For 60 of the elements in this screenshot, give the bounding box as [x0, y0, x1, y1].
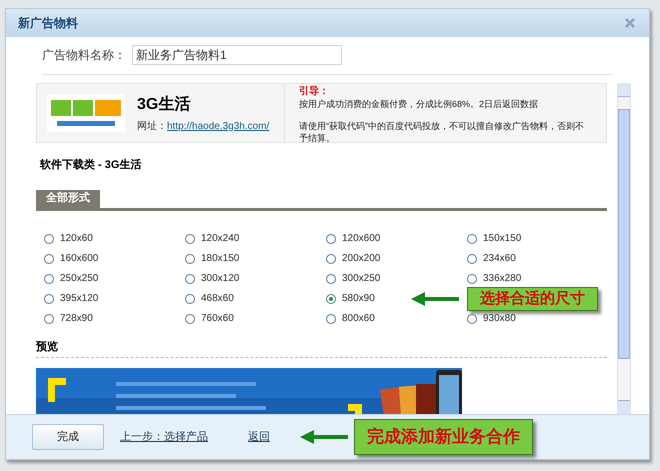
radio[interactable]	[185, 314, 195, 324]
size-option[interactable]: 180x150	[185, 250, 240, 266]
logo-icon	[47, 94, 125, 132]
url-link[interactable]: http://haode.3g3h.com/	[167, 118, 270, 134]
done-button[interactable]: 完成	[32, 424, 104, 450]
size-option[interactable]: 120x600	[326, 230, 380, 246]
close-icon	[625, 18, 635, 28]
arrow-icon	[411, 292, 459, 306]
category-title: 软件下载类 - 3G生活	[40, 158, 142, 173]
field-label: 广告物料名称：	[42, 47, 126, 64]
size-option[interactable]: 300x250	[326, 270, 380, 286]
radio[interactable]	[326, 274, 336, 284]
guide-title: 引导：	[299, 86, 330, 98]
size-option[interactable]: 234x60	[467, 250, 516, 266]
guide-text: 请使用“获取代码”中的百度代码投放，不可以擅自修改广告物料，否则不予结算。	[299, 120, 585, 144]
size-option[interactable]: 336x280	[467, 270, 522, 286]
callout-label: 完成添加新业务合作	[354, 419, 533, 455]
radio[interactable]	[467, 314, 477, 324]
back-link[interactable]: 上一步：选择产品	[120, 428, 208, 446]
size-option[interactable]: 120x240	[185, 230, 240, 246]
guide-text: 按用户成功消费的金额付费，分成比例68%。2日后返回数据	[299, 98, 540, 110]
size-option[interactable]: 468x60	[185, 290, 234, 306]
radio[interactable]	[44, 294, 54, 304]
scrollbar[interactable]	[617, 83, 631, 414]
radio[interactable]	[467, 234, 477, 244]
size-option[interactable]: 760x60	[185, 310, 234, 326]
product-name: 3G生活	[137, 94, 192, 114]
size-option[interactable]: 150x150	[467, 230, 522, 246]
size-option[interactable]: 395x120	[44, 290, 98, 306]
tab[interactable]: 全部形式	[36, 190, 100, 208]
radio[interactable]	[185, 294, 195, 304]
size-option[interactable]: 580x90	[326, 290, 375, 306]
radio[interactable]	[44, 314, 54, 324]
size-option[interactable]: 300x120	[185, 270, 240, 286]
radio[interactable]	[467, 254, 477, 264]
radio[interactable]	[44, 254, 54, 264]
radio[interactable]	[326, 314, 336, 324]
url-label: 网址：	[137, 120, 167, 134]
radio[interactable]	[326, 254, 336, 264]
preview-title: 预览	[36, 340, 58, 354]
callout-label: 选择合适的尺寸	[467, 286, 598, 310]
size-option[interactable]: 120x60	[44, 230, 93, 246]
radio[interactable]	[326, 234, 336, 244]
name-field[interactable]: 新业务广告物料1	[132, 45, 342, 65]
radio[interactable]	[467, 274, 477, 284]
radio[interactable]	[185, 234, 195, 244]
size-option[interactable]: 930x80	[467, 310, 516, 326]
size-option[interactable]: 200x200	[326, 250, 380, 266]
radio[interactable]	[185, 254, 195, 264]
radio[interactable]	[44, 274, 54, 284]
size-option[interactable]: 728x90	[44, 310, 93, 326]
radio[interactable]	[185, 274, 195, 284]
radio[interactable]	[326, 294, 336, 304]
return-link[interactable]: 返回	[248, 428, 270, 446]
window-title: 新广告物料	[18, 15, 78, 32]
radio[interactable]	[44, 234, 54, 244]
size-option[interactable]: 250x250	[44, 270, 98, 286]
arrow-icon	[300, 430, 348, 444]
size-option[interactable]: 160x600	[44, 250, 98, 266]
size-option[interactable]: 800x60	[326, 310, 375, 326]
